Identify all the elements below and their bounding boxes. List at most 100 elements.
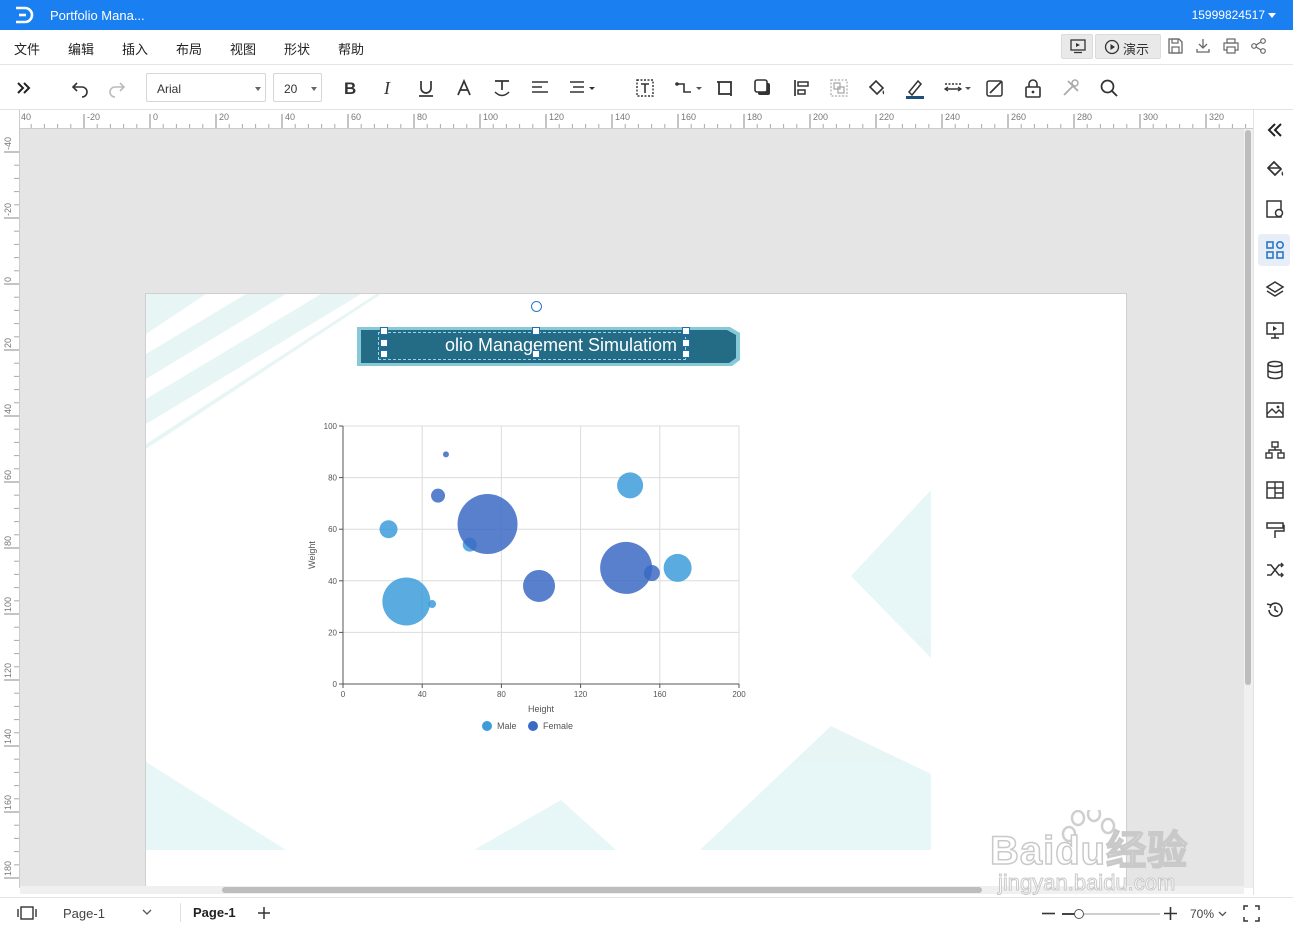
data-icon[interactable]: [1264, 359, 1286, 381]
download-icon[interactable]: [1194, 37, 1212, 55]
menu-layout[interactable]: 布局: [176, 39, 202, 58]
shadow-icon[interactable]: [752, 77, 774, 99]
menu-file[interactable]: 文件: [14, 39, 40, 58]
page-tab[interactable]: Page-1: [193, 905, 236, 920]
chevron-down-icon[interactable]: [1218, 911, 1227, 917]
menu-insert[interactable]: 插入: [122, 39, 148, 58]
history-icon[interactable]: [1264, 599, 1286, 621]
expand-panel-icon[interactable]: [1264, 119, 1286, 141]
menu-view[interactable]: 视图: [230, 39, 256, 58]
menu-edit[interactable]: 编辑: [68, 39, 94, 58]
menu-shape[interactable]: 形状: [284, 39, 310, 58]
bubble-chart[interactable]: 0 40 80 120 160 200 0 20 40 60 80 100 Height Weight Ma…: [301, 416, 761, 746]
save-icon[interactable]: [1166, 37, 1184, 55]
account-dropdown-icon[interactable]: [1268, 13, 1276, 18]
bold-icon[interactable]: B: [339, 77, 361, 99]
horizontal-scrollbar-thumb[interactable]: [222, 887, 982, 893]
ruler-label: 320: [1209, 112, 1224, 122]
fill-bucket-icon[interactable]: [866, 77, 888, 99]
menu-help[interactable]: 帮助: [338, 39, 364, 58]
account-name[interactable]: 15999824517: [1192, 8, 1265, 22]
document-title[interactable]: Portfolio Mana...: [50, 8, 145, 23]
app-logo-icon[interactable]: [13, 5, 35, 25]
bubble-female[interactable]: [457, 494, 518, 555]
resize-handle[interactable]: [532, 350, 540, 358]
add-page-icon[interactable]: [257, 906, 271, 920]
italic-icon[interactable]: I: [377, 77, 399, 99]
fill-panel-icon[interactable]: [1264, 158, 1286, 180]
fullscreen-icon[interactable]: [1243, 905, 1260, 922]
undo-icon[interactable]: [69, 77, 91, 99]
presentation-view-button[interactable]: [1061, 34, 1093, 59]
font-color-icon[interactable]: [453, 77, 475, 99]
page-thumbnail-icon[interactable]: [16, 906, 38, 920]
symbol-library-icon[interactable]: [1264, 239, 1286, 261]
redo-icon[interactable]: [106, 77, 128, 99]
align-left-icon[interactable]: [529, 77, 551, 99]
chevron-down-icon[interactable]: [142, 909, 152, 916]
vertical-ruler[interactable]: -40 -20 0 20 40 60 80 100 120 140 160 180: [0, 110, 20, 888]
zoom-slider-thumb[interactable]: [1074, 909, 1084, 919]
bubble-male[interactable]: [663, 553, 692, 582]
bubble-male[interactable]: [428, 600, 437, 609]
lock-icon[interactable]: [1022, 77, 1044, 99]
horizontal-ruler[interactable]: 40 -20 0 20 40 60 80 100 120 140 160 180 200 220 240 26…: [20, 110, 1253, 129]
slide-title-banner[interactable]: olio Management Simulatiom: [356, 326, 742, 368]
shuffle-icon[interactable]: [1264, 559, 1286, 581]
text-style-icon[interactable]: [491, 77, 513, 99]
font-size-select[interactable]: 20: [273, 73, 322, 102]
underline-icon[interactable]: [415, 77, 437, 99]
bubble-female[interactable]: [643, 565, 660, 582]
org-chart-icon[interactable]: [1264, 439, 1286, 461]
layers-icon[interactable]: [1264, 279, 1286, 301]
resize-handle[interactable]: [380, 327, 388, 335]
bubble-female[interactable]: [523, 569, 556, 602]
slideshow-icon[interactable]: [1264, 319, 1286, 341]
edit-shape-icon[interactable]: [984, 77, 1006, 99]
collapse-left-panel-icon[interactable]: [13, 77, 35, 99]
print-icon[interactable]: [1222, 37, 1240, 55]
table-icon[interactable]: [1264, 479, 1286, 501]
page-select[interactable]: Page-1: [63, 906, 105, 921]
align-objects-icon[interactable]: [790, 77, 812, 99]
connector-icon[interactable]: [673, 77, 703, 99]
legend-label-male[interactable]: Male: [497, 721, 517, 731]
resize-handle[interactable]: [380, 350, 388, 358]
zoom-level[interactable]: 70%: [1190, 907, 1214, 921]
bubble-male[interactable]: [382, 577, 431, 626]
zoom-in-icon[interactable]: [1164, 907, 1177, 920]
resize-handle[interactable]: [380, 339, 388, 347]
resize-handle[interactable]: [532, 327, 540, 335]
present-button[interactable]: 演示: [1095, 34, 1161, 59]
page-settings-icon[interactable]: [1264, 198, 1286, 220]
bubble-female[interactable]: [600, 541, 653, 594]
image-icon[interactable]: [1264, 399, 1286, 421]
bubble-female[interactable]: [442, 451, 449, 458]
legend-label-female[interactable]: Female: [543, 721, 573, 731]
text-box-icon[interactable]: [634, 77, 656, 99]
legend-marker-male[interactable]: [482, 721, 492, 731]
rotate-handle[interactable]: [531, 301, 542, 312]
resize-handle[interactable]: [682, 339, 690, 347]
resize-handle[interactable]: [682, 350, 690, 358]
line-style-icon[interactable]: [942, 77, 972, 99]
share-icon[interactable]: [1250, 37, 1268, 55]
font-family-select[interactable]: Arial: [146, 73, 266, 102]
zoom-out-icon[interactable]: [1042, 912, 1055, 915]
bubble-female[interactable]: [431, 488, 446, 503]
line-color-icon[interactable]: [904, 77, 926, 99]
format-painter-icon[interactable]: [1264, 519, 1286, 541]
bubble-male[interactable]: [379, 520, 398, 539]
crop-icon[interactable]: [714, 77, 736, 99]
tools-icon[interactable]: [1060, 77, 1082, 99]
group-icon[interactable]: [828, 77, 850, 99]
resize-handle[interactable]: [682, 327, 690, 335]
slide-page[interactable]: olio Management Simulatiom 0 40 80 120 160 20…: [145, 293, 1127, 888]
drawing-canvas[interactable]: olio Management Simulatiom 0 40 80 120 160 20…: [20, 129, 1244, 888]
chevron-down-icon: [311, 87, 317, 91]
search-icon[interactable]: [1098, 77, 1120, 99]
bubble-male[interactable]: [617, 472, 644, 499]
vertical-scrollbar-thumb[interactable]: [1245, 130, 1251, 685]
legend-marker-female[interactable]: [528, 721, 538, 731]
line-spacing-icon[interactable]: [567, 77, 597, 99]
